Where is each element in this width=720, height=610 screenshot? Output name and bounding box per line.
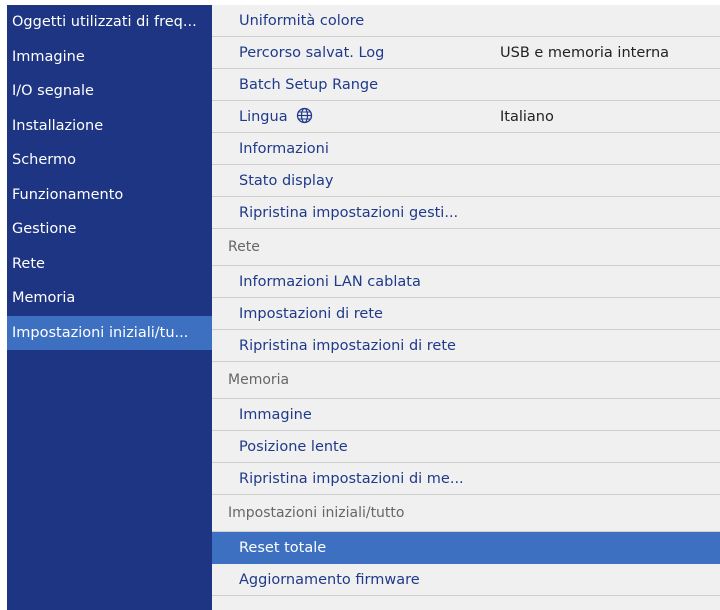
menu-item-label: Informazioni LAN cablata <box>239 274 421 290</box>
menu-item-label: Lingua <box>239 109 288 125</box>
menu-item-information[interactable]: Informazioni <box>212 133 720 165</box>
menu-item-wired-lan-info[interactable]: Informazioni LAN cablata <box>212 266 720 298</box>
menu-item-reset-network[interactable]: Ripristina impostazioni di rete <box>212 330 720 362</box>
menu-item-lens-position[interactable]: Posizione lente <box>212 431 720 463</box>
sidebar-item-frequent[interactable]: Oggetti utilizzati di freq... <box>7 5 212 40</box>
section-header-initial-settings: Impostazioni iniziali/tutto <box>212 495 720 532</box>
sidebar-item-image[interactable]: Immagine <box>7 40 212 75</box>
menu-item-label: Impostazioni di rete <box>239 306 383 322</box>
menu-item-label: Ripristina impostazioni gesti... <box>239 205 459 221</box>
menu-item-log-save-path[interactable]: Percorso salvat. Log USB e memoria inter… <box>212 37 720 69</box>
projector-menu: Oggetti utilizzati di freq... Immagine I… <box>0 0 720 610</box>
menu-item-label: Stato display <box>239 173 334 189</box>
menu-item-label: Ripristina impostazioni di me... <box>239 471 464 487</box>
sidebar-item-network[interactable]: Rete <box>7 247 212 282</box>
menu-item-reset-memory[interactable]: Ripristina impostazioni di me... <box>212 463 720 495</box>
globe-icon <box>296 104 313 136</box>
menu-item-language[interactable]: Lingua Italiano <box>212 101 720 133</box>
menu-item-label: Reset totale <box>239 540 327 556</box>
sidebar-item-screen[interactable]: Schermo <box>7 143 212 178</box>
sidebar-item-installation[interactable]: Installazione <box>7 109 212 144</box>
section-header-network: Rete <box>212 229 720 266</box>
menu-item-value: USB e memoria interna <box>500 45 670 61</box>
menu-item-label: Batch Setup Range <box>239 77 379 93</box>
menu-item-label: Informazioni <box>239 141 329 157</box>
sidebar: Oggetti utilizzati di freq... Immagine I… <box>7 5 212 610</box>
menu-item-label: Immagine <box>239 407 312 423</box>
menu-item-network-settings[interactable]: Impostazioni di rete <box>212 298 720 330</box>
sidebar-item-operation[interactable]: Funzionamento <box>7 178 212 213</box>
menu-item-reset-all[interactable]: Reset totale <box>212 532 720 564</box>
menu-item-memory-image[interactable]: Immagine <box>212 399 720 431</box>
sidebar-item-initial-settings[interactable]: Impostazioni iniziali/tu... <box>7 315 212 350</box>
sidebar-item-signal-io[interactable]: I/O segnale <box>7 74 212 109</box>
menu-item-label: Uniformità colore <box>239 13 365 29</box>
sidebar-item-management[interactable]: Gestione <box>7 212 212 247</box>
menu-item-label: Aggiornamento firmware <box>239 572 420 588</box>
submenu-panel: Uniformità colore Percorso salvat. Log U… <box>212 5 720 610</box>
menu-item-value: Italiano <box>500 109 554 125</box>
menu-item-label: Percorso salvat. Log <box>239 45 385 61</box>
section-header-memory: Memoria <box>212 362 720 399</box>
menu-item-firmware-update[interactable]: Aggiornamento firmware <box>212 564 720 596</box>
menu-item-label: Ripristina impostazioni di rete <box>239 338 456 354</box>
sidebar-item-memory[interactable]: Memoria <box>7 281 212 316</box>
menu-item-color-uniformity[interactable]: Uniformità colore <box>212 5 720 37</box>
menu-item-batch-setup-range[interactable]: Batch Setup Range <box>212 69 720 101</box>
menu-item-display-status[interactable]: Stato display <box>212 165 720 197</box>
menu-item-label: Posizione lente <box>239 439 348 455</box>
menu-item-reset-management[interactable]: Ripristina impostazioni gesti... <box>212 197 720 229</box>
